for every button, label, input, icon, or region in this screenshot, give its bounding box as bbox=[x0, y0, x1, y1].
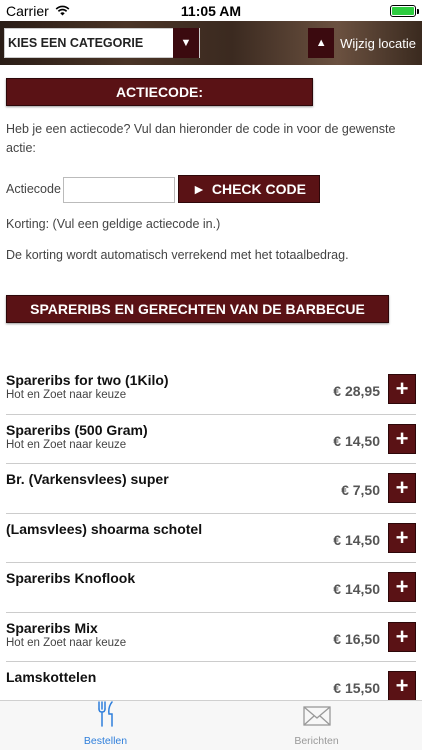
add-item-button[interactable]: + bbox=[388, 423, 416, 454]
discount-note: De korting wordt automatisch verrekend m… bbox=[6, 248, 349, 262]
play-icon: ► bbox=[192, 181, 206, 197]
promo-title: ACTIECODE: bbox=[115, 84, 204, 100]
menu-item-name: Spareribs Knoflook bbox=[6, 570, 136, 586]
menu-item-name: (Lamsvlees) shoarma schotel bbox=[6, 520, 203, 537]
category-select-label: KIES EEN CATEGORIE bbox=[8, 36, 144, 50]
check-code-button[interactable]: ► CHECK CODE bbox=[178, 175, 320, 203]
menu-item-price: € 28,95 bbox=[333, 383, 380, 399]
tab-label: Bestellen bbox=[83, 735, 128, 747]
add-item-button[interactable]: + bbox=[388, 374, 416, 404]
promo-code-input[interactable] bbox=[63, 177, 175, 203]
change-location-button[interactable]: ▲ Wijzig locatie bbox=[308, 28, 416, 58]
triangle-up-icon: ▲ bbox=[308, 28, 335, 58]
category-title-bar: SPARERIBS EN GERECHTEN VAN DE BARBECUE bbox=[6, 295, 389, 323]
menu-item: Spareribs (500 Gram) Hot en Zoet naar ke… bbox=[6, 415, 416, 464]
add-item-button[interactable]: + bbox=[388, 522, 416, 553]
menu-item-price: € 14,50 bbox=[333, 531, 380, 548]
menu-item-description: Hot en Zoet naar keuze bbox=[6, 389, 127, 401]
plus-icon: + bbox=[395, 475, 409, 500]
menu-item-name: Lamskottelen bbox=[6, 669, 97, 685]
tab-bestellen[interactable]: Bestellen bbox=[0, 701, 211, 750]
menu-item-price: € 16,50 bbox=[333, 630, 380, 647]
menu-item: Spareribs for two (1Kilo) Hot en Zoet na… bbox=[6, 365, 416, 415]
menu-item: (Lamsvlees) shoarma schotel € 14,50 + bbox=[6, 514, 416, 563]
plus-icon: + bbox=[395, 574, 409, 599]
menu-list: Spareribs for two (1Kilo) Hot en Zoet na… bbox=[0, 365, 422, 712]
promo-title-bar: ACTIECODE: bbox=[6, 78, 313, 106]
tab-label: Berichten bbox=[294, 735, 339, 747]
header: KIES EEN CATEGORIE ▼ ▲ Wijzig locatie bbox=[0, 21, 422, 65]
fork-knife-icon bbox=[95, 701, 117, 732]
menu-item-name: Spareribs for two (1Kilo) bbox=[6, 372, 169, 388]
menu-item-name: Spareribs (500 Gram) bbox=[6, 421, 148, 438]
wifi-icon bbox=[55, 3, 70, 19]
menu-item: Br. (Varkensvlees) super € 7,50 + bbox=[6, 464, 416, 514]
add-item-button[interactable]: + bbox=[388, 621, 416, 652]
menu-item: Spareribs Mix Hot en Zoet naar keuze € 1… bbox=[6, 613, 416, 662]
promo-code-label: Actiecode bbox=[6, 182, 61, 196]
status-bar: Carrier 11:05 AM bbox=[0, 0, 422, 21]
carrier-label: Carrier bbox=[6, 2, 49, 19]
change-location-label: Wijzig locatie bbox=[340, 35, 416, 51]
battery-icon bbox=[390, 4, 419, 17]
menu-item-description: Hot en Zoet naar keuze bbox=[6, 438, 127, 451]
menu-item: Spareribs Knoflook € 14,50 + bbox=[6, 563, 416, 613]
menu-item-price: € 14,50 bbox=[333, 581, 380, 597]
menu-item-name: Spareribs Mix bbox=[6, 619, 98, 636]
menu-item-price: € 14,50 bbox=[333, 432, 380, 449]
plus-icon: + bbox=[395, 673, 409, 698]
status-left: Carrier bbox=[6, 3, 70, 19]
menu-item-price: € 15,50 bbox=[333, 680, 380, 696]
envelope-icon bbox=[302, 705, 331, 732]
plus-icon: + bbox=[395, 425, 409, 451]
triangle-down-icon: ▼ bbox=[173, 28, 199, 58]
add-item-button[interactable]: + bbox=[388, 473, 416, 503]
discount-text: Korting: (Vul een geldige actiecode in.) bbox=[6, 217, 221, 231]
plus-icon: + bbox=[395, 623, 409, 649]
category-title: SPARERIBS EN GERECHTEN VAN DE BARBECUE bbox=[30, 301, 365, 317]
menu-item-price: € 7,50 bbox=[341, 482, 380, 498]
tab-bar: Bestellen Berichten bbox=[0, 700, 422, 750]
add-item-button[interactable]: + bbox=[388, 572, 416, 602]
menu-item-name: Br. (Varkensvlees) super bbox=[6, 471, 169, 487]
battery-fill bbox=[392, 6, 414, 15]
menu-item-description: Hot en Zoet naar keuze bbox=[6, 636, 127, 649]
check-code-label: CHECK CODE bbox=[211, 181, 306, 197]
promo-intro: Heb je een actiecode? Vul dan hieronder … bbox=[6, 122, 396, 155]
tab-berichten[interactable]: Berichten bbox=[211, 701, 422, 750]
add-item-button[interactable]: + bbox=[388, 671, 416, 701]
plus-icon: + bbox=[395, 524, 409, 550]
plus-icon: + bbox=[395, 376, 409, 401]
category-select[interactable]: KIES EEN CATEGORIE ▼ bbox=[4, 28, 200, 58]
